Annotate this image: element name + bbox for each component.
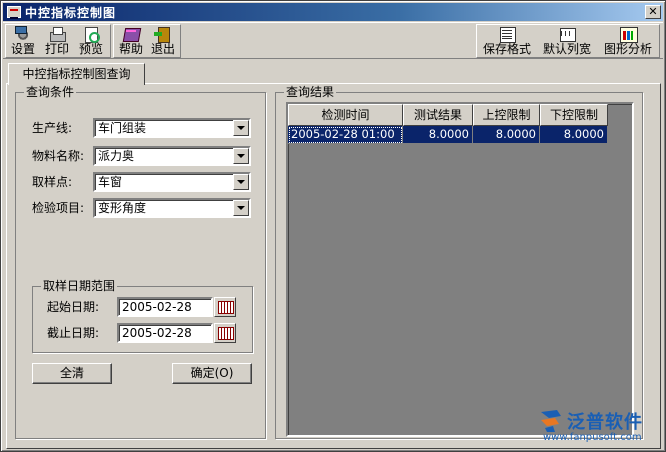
exit-icon: [154, 26, 172, 43]
close-button[interactable]: ✕: [645, 5, 661, 19]
results-grid[interactable]: 检测时间 测试结果 上控限制 下控限制 2005-02-28 01:00 8.0…: [286, 102, 634, 437]
settings-icon: [14, 26, 32, 42]
app-icon: [7, 6, 21, 19]
chart-analysis-icon: [619, 26, 638, 43]
default-column-width-button[interactable]: 默认列宽: [538, 25, 596, 57]
tab-control-chart-query[interactable]: 中控指标控制图查询: [8, 63, 145, 85]
material-name-select[interactable]: 派力奥: [93, 146, 251, 166]
help-button[interactable]: 帮助: [116, 25, 146, 57]
production-line-label: 生产线:: [32, 121, 73, 135]
exit-label: 退出: [150, 42, 175, 56]
help-label: 帮助: [118, 42, 143, 56]
chart-analysis-label: 图形分析: [603, 42, 652, 56]
help-icon: [122, 26, 140, 42]
main-window: 中控指标控制图 ✕ 设置 打印 预览 帮助 退出 保存格式 默认列宽 图形分析 …: [0, 0, 666, 452]
print-icon: [48, 26, 66, 42]
chevron-down-icon[interactable]: [233, 120, 249, 136]
title-bar: 中控指标控制图 ✕: [3, 3, 663, 21]
cell-lower-control-limit[interactable]: 8.0000: [540, 126, 608, 144]
inspection-item-select[interactable]: 变形角度: [93, 198, 251, 218]
window-title: 中控指标控制图: [25, 5, 117, 20]
column-header-upper-control-limit[interactable]: 上控限制: [473, 104, 540, 126]
end-date-calendar-icon[interactable]: [214, 323, 236, 343]
cell-test-result[interactable]: 8.0000: [403, 126, 473, 144]
watermark: 泛普软件 www.fanpusoft.com: [537, 406, 663, 450]
inspection-item-value: 变形角度: [98, 201, 147, 215]
default-column-width-label: 默认列宽: [542, 42, 591, 56]
end-date-value: 2005-02-28: [122, 326, 192, 340]
toolbar-group-app: 帮助 退出: [113, 24, 181, 58]
inspection-item-label: 检验项目:: [32, 201, 85, 215]
save-format-icon: [498, 26, 516, 43]
start-date-value: 2005-02-28: [122, 300, 192, 314]
settings-button[interactable]: 设置: [7, 25, 39, 57]
sampling-point-select[interactable]: 车窗: [93, 172, 251, 192]
sampling-date-range-title: 取样日期范围: [41, 279, 118, 293]
query-conditions-group: 查询条件: [15, 85, 266, 439]
production-line-select[interactable]: 车门组装: [93, 118, 251, 138]
sampling-point-value: 车窗: [98, 175, 123, 189]
toolbar: 设置 打印 预览 帮助 退出 保存格式 默认列宽 图形分析: [3, 22, 663, 59]
sampling-point-label: 取样点:: [32, 175, 73, 189]
column-width-icon: [558, 26, 576, 42]
grid-header: 检测时间 测试结果 上控限制 下控限制: [288, 104, 608, 126]
production-line-value: 车门组装: [98, 121, 147, 135]
query-conditions-title: 查询条件: [24, 85, 77, 99]
query-results-title: 查询结果: [284, 85, 337, 99]
column-header-lower-control-limit[interactable]: 下控限制: [540, 104, 608, 126]
confirm-button[interactable]: 确定(O): [172, 363, 252, 384]
chevron-down-icon[interactable]: [233, 148, 249, 164]
cell-test-time[interactable]: 2005-02-28 01:00: [288, 126, 403, 144]
exit-button[interactable]: 退出: [148, 25, 178, 57]
preview-button[interactable]: 预览: [75, 25, 107, 57]
material-name-label: 物料名称:: [32, 149, 85, 163]
preview-label: 预览: [78, 42, 103, 56]
column-header-test-result[interactable]: 测试结果: [403, 104, 473, 126]
chevron-down-icon[interactable]: [233, 200, 249, 216]
fanpu-logo-icon: [541, 410, 561, 432]
end-date-label: 截止日期:: [47, 326, 100, 340]
settings-label: 设置: [10, 42, 35, 56]
print-button[interactable]: 打印: [41, 25, 73, 57]
cell-upper-control-limit[interactable]: 8.0000: [473, 126, 540, 144]
start-date-label: 起始日期:: [47, 300, 100, 314]
start-date-calendar-icon[interactable]: [214, 297, 236, 317]
start-date-input[interactable]: 2005-02-28: [117, 297, 213, 317]
preview-icon: [82, 26, 100, 43]
end-date-input[interactable]: 2005-02-28: [117, 323, 213, 343]
save-format-button[interactable]: 保存格式: [479, 25, 535, 57]
chart-analysis-button[interactable]: 图形分析: [599, 25, 657, 57]
table-row[interactable]: 2005-02-28 01:00 8.0000 8.0000 8.0000: [288, 126, 608, 144]
watermark-url: www.fanpusoft.com: [543, 432, 642, 443]
print-label: 打印: [44, 42, 69, 56]
chevron-down-icon[interactable]: [233, 174, 249, 190]
column-header-test-time[interactable]: 检测时间: [288, 104, 403, 126]
save-format-label: 保存格式: [482, 42, 531, 56]
material-name-value: 派力奥: [98, 149, 135, 163]
watermark-name: 泛普软件: [567, 412, 643, 433]
toolbar-group-grid: 保存格式 默认列宽 图形分析: [476, 24, 660, 58]
toolbar-group-file: 设置 打印 预览: [5, 24, 111, 58]
clear-all-button[interactable]: 全清: [32, 363, 112, 384]
